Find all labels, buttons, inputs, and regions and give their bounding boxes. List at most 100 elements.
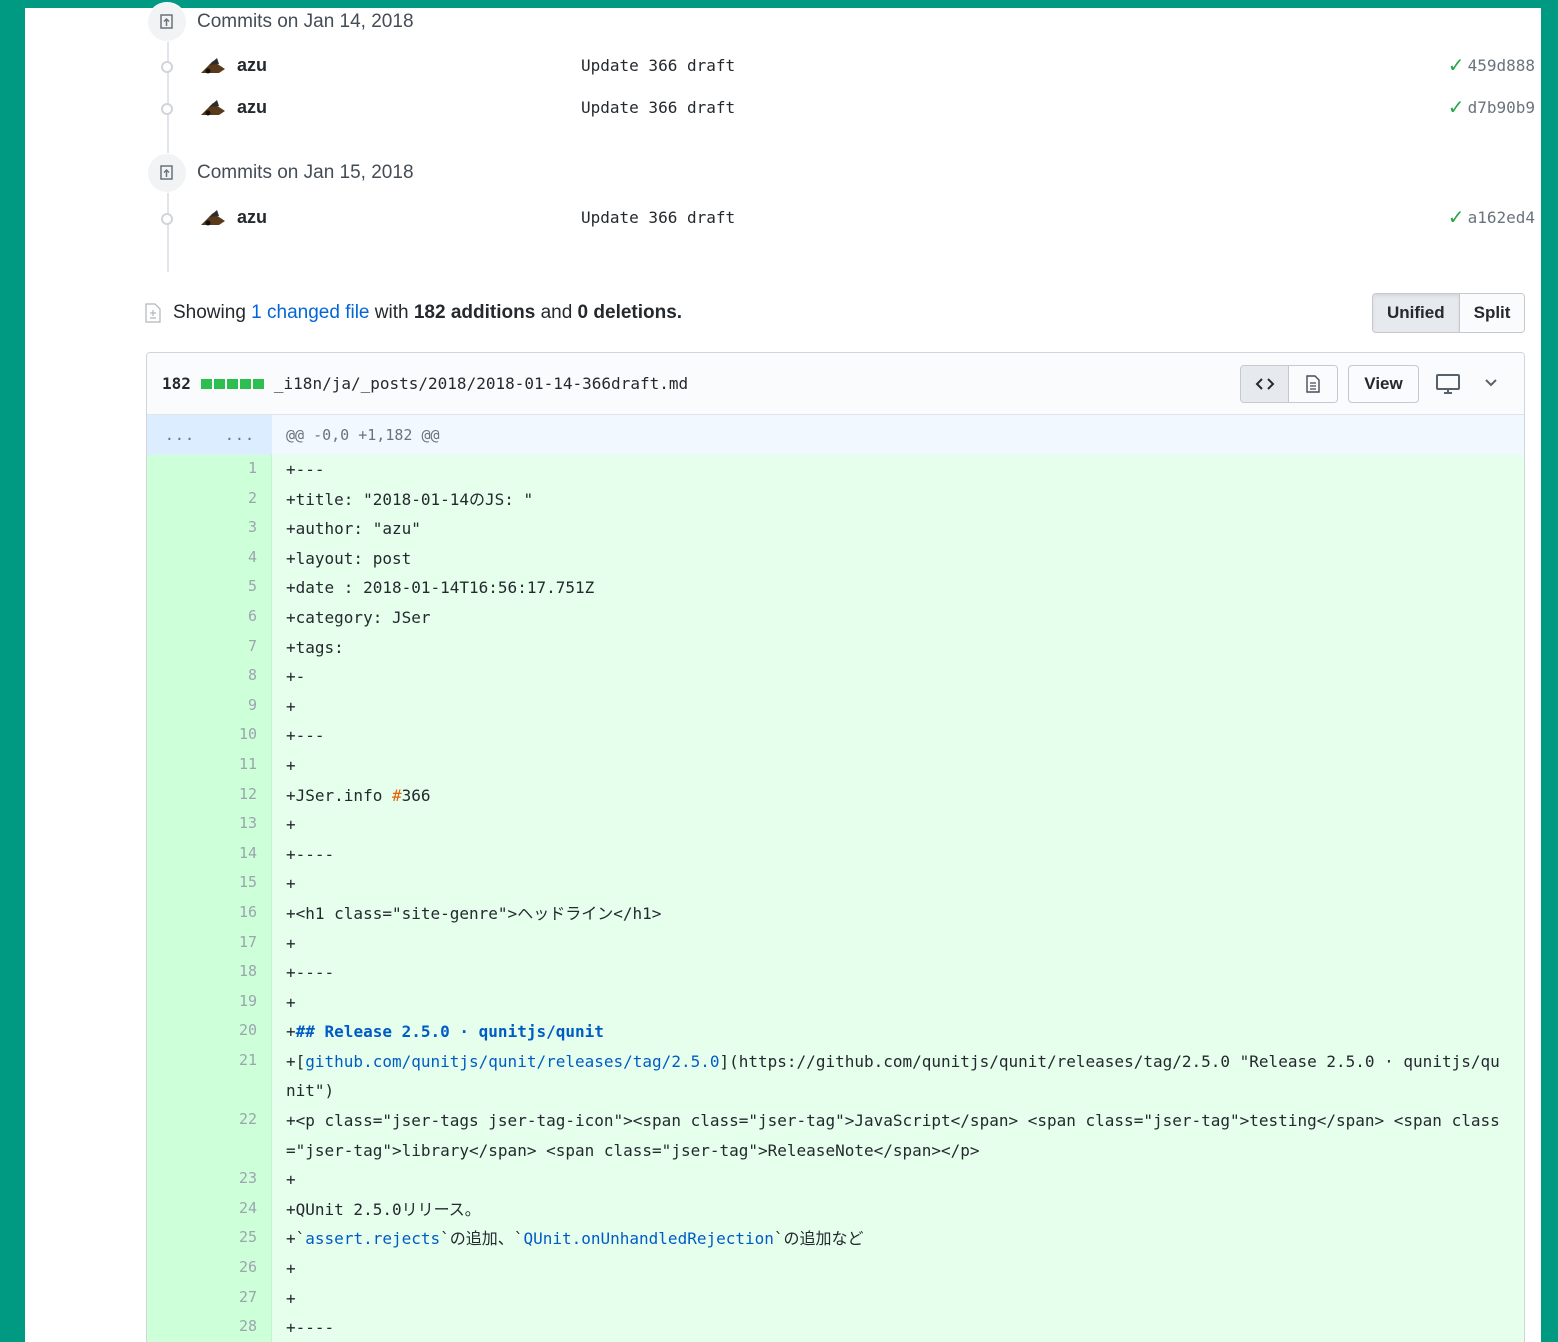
line-number[interactable]: 8 [147,662,272,692]
avatar[interactable] [199,96,227,118]
diff-line: 9 + [147,691,1524,722]
commit-row[interactable]: azu Update 366 draft ✓ 459d888 [155,50,1535,80]
diff-line: 11 + [147,750,1524,781]
commit-sha[interactable]: d7b90b9 [1468,98,1535,117]
line-number[interactable]: 3 [147,514,272,544]
line-number[interactable]: 18 [147,958,272,988]
commit-sha[interactable]: 459d888 [1468,56,1535,75]
line-number[interactable]: 10 [147,721,272,751]
diff-code: + [286,815,296,835]
commits-page: Commits on Jan 14, 2018 azu Update 366 d… [25,2,1541,1342]
diff-line: 28 +---- [147,1313,1524,1342]
commit-author[interactable]: azu [237,55,537,76]
summary-with: with [374,302,409,323]
file-icon [1306,375,1320,393]
line-number[interactable]: 22 [147,1106,272,1166]
diff-code: +category: JSer [286,607,431,627]
code-icon [1255,378,1274,390]
diff-code: + [286,874,296,894]
unified-button[interactable]: Unified [1373,294,1460,332]
window-frame-right [1541,0,1558,1342]
avatar[interactable] [199,206,227,228]
view-file-button[interactable]: View [1348,365,1419,403]
line-number[interactable]: 6 [147,602,272,633]
diff-line: 19 + [147,987,1524,1018]
commit-message[interactable]: Update 366 draft [581,98,735,117]
diff-line: 26 + [147,1254,1524,1284]
commit-author[interactable]: azu [237,207,537,228]
line-number[interactable]: 24 [147,1194,272,1225]
commit-group-title: Commits on Jan 14, 2018 [197,11,414,32]
diff-code: + [286,1170,296,1190]
split-button[interactable]: Split [1459,294,1525,332]
summary-prefix: Showing [173,302,246,323]
line-number[interactable]: 19 [147,987,272,1018]
window-frame-left [0,0,25,1342]
diff-line: 12 +JSer.info #366 [147,780,1524,811]
line-number[interactable]: 5 [147,573,272,603]
commit-dot-icon [158,210,173,225]
line-number[interactable]: 11 [147,750,272,781]
check-icon: ✓ [1447,205,1465,229]
commit-sha-link[interactable]: ✓ 459d888 [1448,53,1535,77]
line-number[interactable]: 13 [147,810,272,840]
diff-line: 2 +title: "2018-01-14のJS: " [147,484,1524,515]
desktop-icon[interactable] [1435,373,1461,395]
commit-sha-link[interactable]: ✓ d7b90b9 [1448,95,1535,119]
line-number[interactable]: 27 [147,1283,272,1314]
line-number[interactable]: 28 [147,1313,272,1342]
diff-code: +QUnit 2.5.0リリース。 [286,1199,481,1219]
changed-files-link[interactable]: 1 changed file [251,302,369,324]
commit-row[interactable]: azu Update 366 draft ✓ d7b90b9 [155,92,1535,122]
diff-view-toggle: Unified Split [1372,293,1526,333]
line-number[interactable]: 14 [147,839,272,870]
line-number[interactable]: 25 [147,1224,272,1255]
check-icon: ✓ [1447,95,1465,119]
diff-line: 27 + [147,1283,1524,1314]
diff-line: 23 + [147,1165,1524,1195]
line-number[interactable]: 20 [147,1017,272,1047]
hunk-left-dots: ... [164,426,195,444]
diff-line: 14 +---- [147,839,1524,870]
file-diff: 182 _i18n/ja/_posts/2018/2018-01-14-366d… [146,352,1525,1342]
chevron-down-icon[interactable] [1483,375,1499,391]
line-number[interactable]: 9 [147,691,272,722]
diff-line: 25 +`assert.rejects`の追加、`QUnit.onUnhandle… [147,1224,1524,1255]
hunk-expand[interactable]: ... ... [147,415,272,455]
diff-line: 22 +<p class="jser-tags jser-tag-icon"><s… [147,1106,1524,1166]
line-number[interactable]: 4 [147,543,272,574]
line-number[interactable]: 12 [147,780,272,811]
diff-body: 1 +--- 2 +title: "2018-01-14のJS: " 3 +author:… [147,455,1524,1342]
line-number[interactable]: 17 [147,928,272,959]
diffstat-count: 182 [162,374,191,393]
check-icon: ✓ [1447,53,1465,77]
diff-line: 10 +--- [147,721,1524,751]
diff-code: +<h1 class="site-genre">ヘッドライン</h1> [286,903,662,923]
line-number[interactable]: 21 [147,1046,272,1107]
line-number[interactable]: 7 [147,632,272,663]
rich-view-button[interactable] [1289,366,1337,402]
git-commit-group-icon [147,153,187,193]
line-number[interactable]: 23 [147,1165,272,1195]
diff-line: 18 +---- [147,958,1524,988]
diff-code: + [286,1259,296,1279]
commit-message[interactable]: Update 366 draft [581,56,735,75]
commit-dot-icon [158,58,173,73]
avatar[interactable] [199,54,227,76]
diff-code: +--- [286,460,325,479]
commit-sha-link[interactable]: ✓ a162ed4 [1448,205,1535,229]
commit-message[interactable]: Update 366 draft [581,208,735,227]
source-view-button[interactable] [1241,366,1289,402]
diff-code: +---- [286,844,335,864]
line-number[interactable]: 16 [147,898,272,929]
commit-sha[interactable]: a162ed4 [1468,208,1535,227]
file-path[interactable]: _i18n/ja/_posts/2018/2018-01-14-366draft… [274,374,688,393]
commit-author[interactable]: azu [237,97,537,118]
commit-row[interactable]: azu Update 366 draft ✓ a162ed4 [155,202,1535,232]
line-number[interactable]: 2 [147,484,272,515]
summary-suffix: . [676,302,683,323]
line-number[interactable]: 26 [147,1254,272,1284]
diff-code: +title: "2018-01-14のJS: " [286,489,534,509]
line-number[interactable]: 1 [147,455,272,485]
line-number[interactable]: 15 [147,869,272,899]
